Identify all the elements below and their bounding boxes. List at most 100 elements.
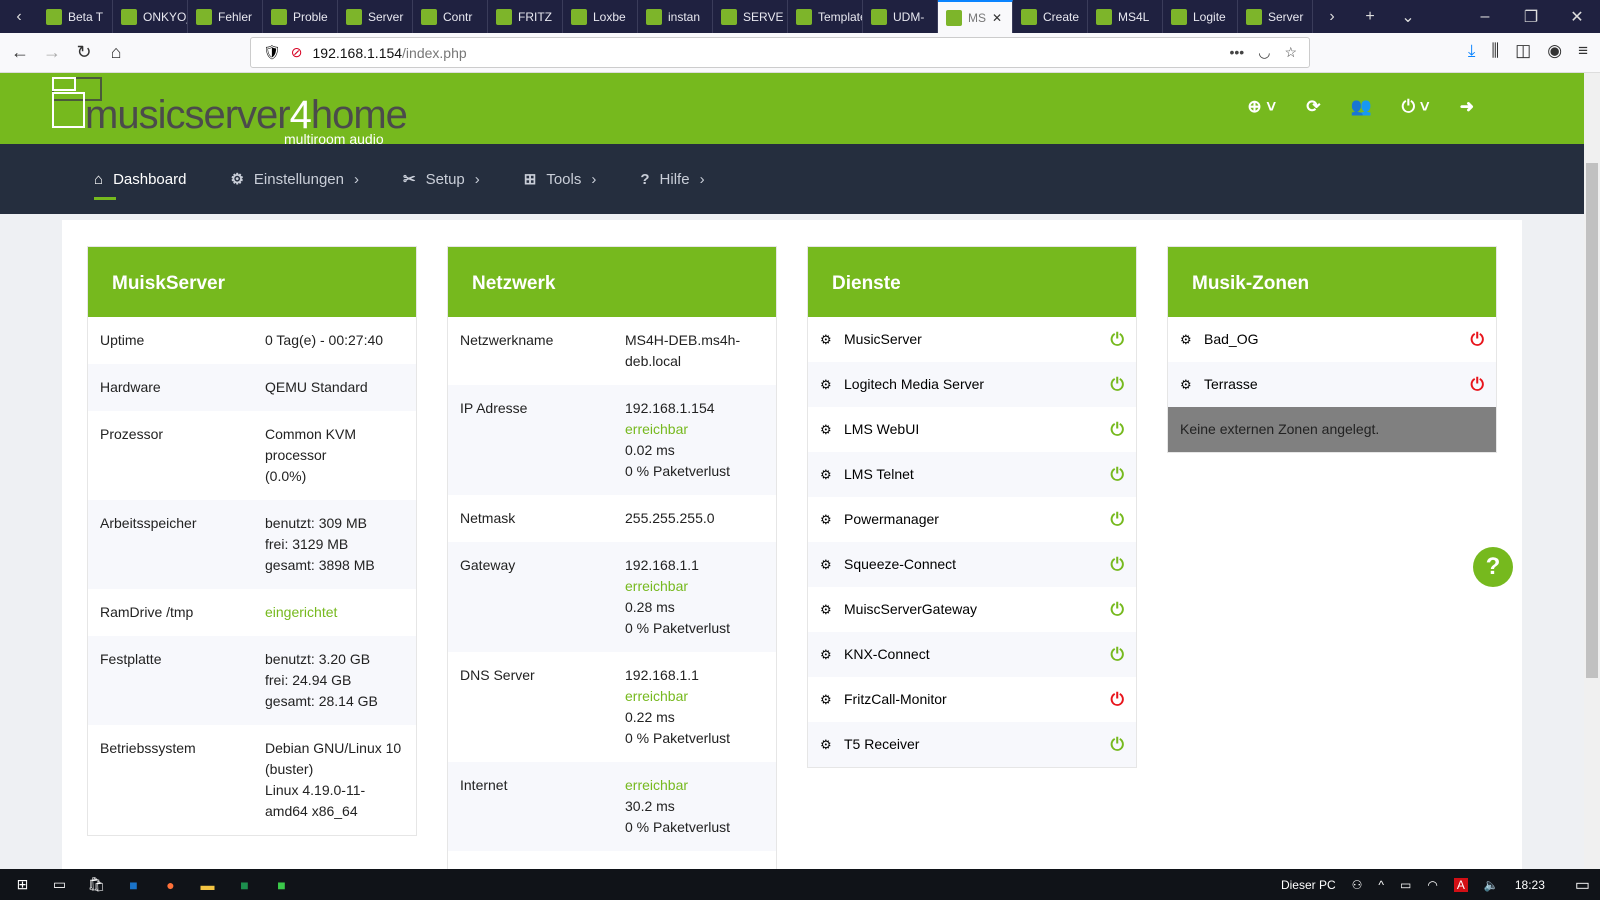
tab-scroll-right-button[interactable]: › <box>1313 0 1351 33</box>
back-button[interactable]: ← <box>4 42 36 63</box>
browser-tab[interactable]: Server <box>1238 0 1313 33</box>
browser-tab[interactable]: MS ✕ <box>938 0 1013 33</box>
insecure-lock-icon[interactable]: ⊘ <box>291 44 303 61</box>
antivirus-icon[interactable]: A <box>1453 877 1468 892</box>
new-tab-button[interactable]: + <box>1351 0 1389 33</box>
nav-item-einstellungen[interactable]: ⚙ Einstellungen › <box>230 170 359 189</box>
browser-tab[interactable]: Server <box>338 0 413 33</box>
browser-tab[interactable]: TemplateC <box>788 0 863 33</box>
forward-button[interactable]: → <box>36 42 68 63</box>
sidebar-icon[interactable]: ◫ <box>1515 41 1531 61</box>
browser-tab[interactable]: Fehler <box>188 0 263 33</box>
menu-icon[interactable]: ≡ <box>1578 41 1588 61</box>
gear-icon[interactable]: ⚙ <box>820 734 844 755</box>
excel-icon[interactable]: ■ <box>226 877 263 893</box>
power-menu-icon[interactable]: ⏻ ˅ <box>1402 97 1430 117</box>
nav-item-setup[interactable]: ✂ Setup › <box>403 170 480 189</box>
tray-expand-icon[interactable]: ^ <box>1378 878 1384 892</box>
gear-icon[interactable]: ⚙ <box>820 644 844 665</box>
nav-item-hilfe[interactable]: ? Hilfe › <box>640 171 704 188</box>
account-icon[interactable]: ◉ <box>1547 41 1562 61</box>
gear-icon[interactable]: ⚙ <box>820 599 844 620</box>
language-globe-icon[interactable]: ⊕ ˅ <box>1247 97 1276 117</box>
task-view-button[interactable]: ▭ <box>41 876 78 893</box>
power-toggle-icon[interactable]: ⏻ <box>1111 734 1124 755</box>
gear-icon[interactable]: ⚙ <box>820 329 844 350</box>
logout-icon[interactable]: ➜ <box>1460 97 1474 117</box>
power-toggle-icon[interactable]: ⏻ <box>1111 374 1124 395</box>
value-line: 192.168.1.154 <box>625 400 715 416</box>
volume-icon[interactable]: 🔈 <box>1484 878 1499 892</box>
gear-icon[interactable]: ⚙ <box>820 509 844 530</box>
tab-title: Create <box>1043 9 1080 24</box>
home-button[interactable]: ⌂ <box>100 42 132 63</box>
start-button[interactable]: ⊞ <box>4 876 41 893</box>
taskbar-location[interactable]: Dieser PC <box>1281 878 1336 892</box>
gear-icon[interactable]: ⚙ <box>820 554 844 575</box>
gear-icon[interactable]: ⚙ <box>1180 329 1204 350</box>
restore-button[interactable]: ❐ <box>1508 0 1554 33</box>
zones-note: Keine externen Zonen angelegt. <box>1168 407 1496 452</box>
users-settings-icon[interactable]: 👥 <box>1350 97 1371 117</box>
browser-tab[interactable]: ONKYO_C <box>113 0 188 33</box>
minimize-button[interactable]: – <box>1462 0 1508 33</box>
battery-icon[interactable]: ▭ <box>1400 878 1411 892</box>
close-window-button[interactable]: ✕ <box>1554 0 1600 33</box>
browser-tab[interactable]: Proble <box>263 0 338 33</box>
service-row: ⚙ MuiscServerGateway ⏻ <box>808 587 1136 632</box>
gear-icon[interactable]: ⚙ <box>820 374 844 395</box>
info-label: Betriebssystem <box>100 740 196 756</box>
power-toggle-icon[interactable]: ⏻ <box>1111 509 1124 530</box>
power-toggle-icon[interactable]: ⏻ <box>1111 554 1124 575</box>
close-tab-icon[interactable]: ✕ <box>992 11 1002 25</box>
gear-icon[interactable]: ⚙ <box>820 689 844 710</box>
browser-tab[interactable]: Contr <box>413 0 488 33</box>
browser-tab[interactable]: Loxbe <box>563 0 638 33</box>
power-toggle-icon[interactable]: ⏻ <box>1111 464 1124 485</box>
tab-list-button[interactable]: ⌄ <box>1389 0 1427 33</box>
outlook-icon[interactable]: ■ <box>115 877 152 893</box>
card-title: Netzwerk <box>448 247 776 317</box>
browser-tab[interactable]: Create <box>1013 0 1088 33</box>
browser-tab[interactable]: MS4L <box>1088 0 1163 33</box>
help-button[interactable]: ? <box>1473 547 1513 587</box>
power-toggle-icon[interactable]: ⏻ <box>1111 599 1124 620</box>
downloads-icon[interactable]: ⤓ <box>1468 41 1476 61</box>
notifications-icon[interactable]: ▭ <box>1575 875 1590 895</box>
browser-tab[interactable]: Logite <box>1163 0 1238 33</box>
refresh-icon[interactable]: ⟳ <box>1306 97 1320 117</box>
page-scrollbar[interactable] <box>1584 73 1600 869</box>
app-icon[interactable]: ■ <box>263 877 300 893</box>
browser-tab[interactable]: instan <box>638 0 713 33</box>
clock[interactable]: 18:23 <box>1515 878 1545 892</box>
nav-item-dashboard[interactable]: ⌂ Dashboard <box>94 171 186 200</box>
bookmark-star-icon[interactable]: ☆ <box>1284 44 1297 61</box>
page-actions-icon[interactable]: ••• <box>1230 44 1245 61</box>
tab-scroll-left-button[interactable]: ‹ <box>0 0 38 33</box>
gear-icon[interactable]: ⚙ <box>820 464 844 485</box>
power-toggle-icon[interactable]: ⏻ <box>1111 419 1124 440</box>
shield-icon[interactable]: 🛡 <box>263 44 281 61</box>
browser-tab[interactable]: Beta T <box>38 0 113 33</box>
library-icon[interactable]: ⫼ <box>1491 41 1499 61</box>
gear-icon[interactable]: ⚙ <box>1180 374 1204 395</box>
nav-item-tools[interactable]: ⊞ Tools › <box>524 170 597 189</box>
gear-icon[interactable]: ⚙ <box>820 419 844 440</box>
firefox-icon[interactable]: ● <box>152 877 189 893</box>
power-toggle-icon[interactable]: ⏻ <box>1471 329 1484 350</box>
reload-button[interactable]: ↻ <box>68 42 100 63</box>
people-icon[interactable]: ⚇ <box>1352 878 1363 892</box>
power-toggle-icon[interactable]: ⏻ <box>1471 374 1484 395</box>
wifi-icon[interactable]: ◠ <box>1427 878 1437 892</box>
info-value: Common KVM processor (0.0%) <box>265 424 356 487</box>
browser-tab[interactable]: SERVE <box>713 0 788 33</box>
power-toggle-icon[interactable]: ⏻ <box>1111 329 1124 350</box>
power-toggle-icon[interactable]: ⏻ <box>1111 644 1124 665</box>
browser-tab[interactable]: UDM- <box>863 0 938 33</box>
explorer-icon[interactable]: ▬ <box>189 877 226 893</box>
power-toggle-icon[interactable]: ⏻ <box>1111 689 1124 710</box>
url-bar[interactable]: 🛡 ⊘ 192.168.1.154/index.php ••• ◡ ☆ <box>250 37 1310 68</box>
pocket-icon[interactable]: ◡ <box>1258 44 1270 61</box>
store-icon[interactable]: 🛍 <box>78 876 115 893</box>
browser-tab[interactable]: FRITZ <box>488 0 563 33</box>
